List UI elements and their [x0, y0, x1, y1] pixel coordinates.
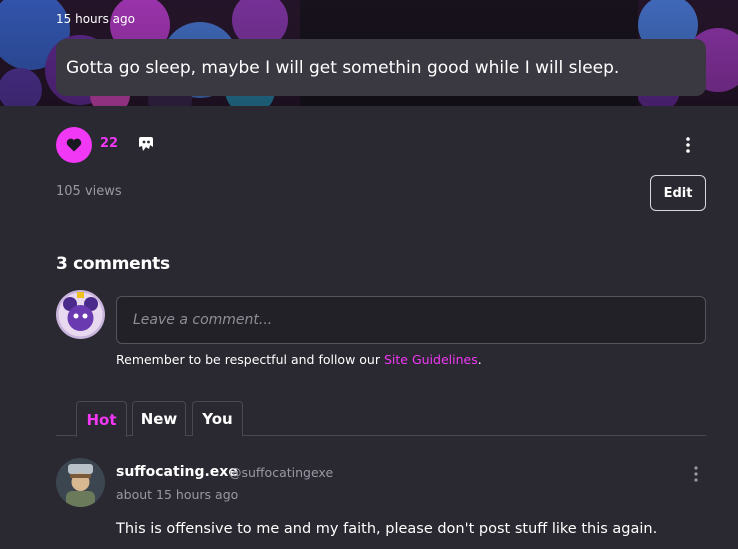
tab-you[interactable]: You	[192, 401, 243, 436]
like-count: 22	[100, 136, 119, 151]
guidelines-suffix: .	[477, 352, 482, 367]
comment-more-icon[interactable]	[686, 464, 706, 484]
avatar	[56, 290, 105, 339]
edit-button[interactable]: Edit	[650, 175, 706, 211]
like-button[interactable]	[56, 127, 92, 163]
tab-new[interactable]: New	[132, 401, 186, 436]
heart-icon	[66, 138, 82, 152]
tab-hot[interactable]: Hot	[76, 401, 127, 437]
comment-input[interactable]	[116, 296, 706, 344]
guidelines-note: Remember to be respectful and follow our…	[116, 352, 482, 367]
more-options-icon[interactable]	[678, 135, 698, 155]
view-count: 105 views	[56, 184, 122, 199]
comment-handle[interactable]: @suffocatingexe	[229, 465, 333, 480]
commenter-avatar-image	[56, 458, 105, 507]
comments-heading: 3 comments	[56, 254, 170, 274]
guidelines-text: Remember to be respectful and follow our	[116, 352, 384, 367]
status-message: Gotta go sleep, maybe I will get somethi…	[56, 39, 706, 96]
commenter-avatar[interactable]	[56, 458, 105, 507]
avatar-image	[56, 290, 105, 339]
post-timestamp: 15 hours ago	[56, 12, 135, 26]
site-guidelines-link[interactable]: Site Guidelines	[384, 352, 478, 367]
comment-body: This is offensive to me and my faith, pl…	[116, 521, 658, 537]
ghost-icon[interactable]	[137, 135, 155, 153]
comment-author[interactable]: suffocating.exe	[116, 464, 238, 480]
comment-timestamp: about 15 hours ago	[116, 487, 239, 502]
